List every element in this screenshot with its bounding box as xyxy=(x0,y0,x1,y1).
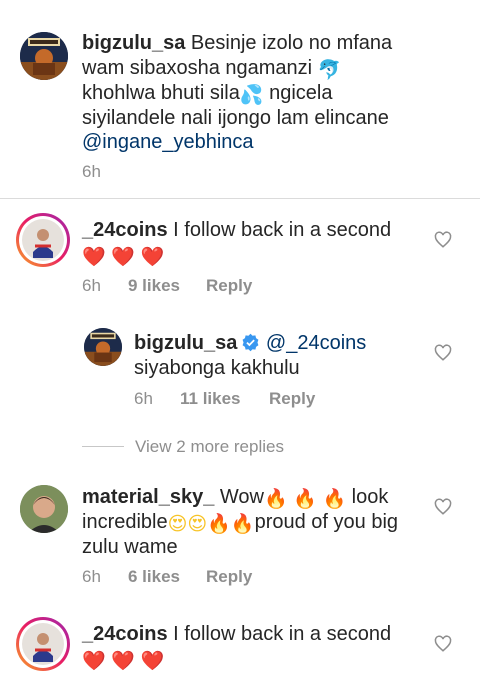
avatar-image xyxy=(22,219,64,261)
red-heart-icon: ❤️ xyxy=(111,650,135,672)
comment-time: 6h xyxy=(82,276,101,295)
avatar-image xyxy=(20,485,68,533)
heart-eyes-icon: 😍 xyxy=(187,514,208,535)
reply-button[interactable]: Reply xyxy=(206,567,252,587)
comment-time: 6h xyxy=(134,389,153,408)
comment-body: _24coins I follow back in a second ❤️ ❤️… xyxy=(82,218,412,268)
comment-body: material_sky_ Wow🔥 🔥 🔥 look incredible😍😍… xyxy=(82,485,402,560)
verified-badge-icon xyxy=(242,333,259,352)
fire-icon: 🔥 xyxy=(293,489,317,510)
avatar[interactable] xyxy=(16,213,70,267)
comment-text: I follow back in a second xyxy=(173,623,392,645)
avatar[interactable] xyxy=(20,485,68,533)
avatar-image xyxy=(20,32,68,80)
view-more-replies-button[interactable]: View 2 more replies xyxy=(135,437,284,457)
like-heart-icon[interactable] xyxy=(434,344,452,362)
comment-body: _24coins I follow back in a second ❤️ ❤️… xyxy=(82,622,412,672)
comment-meta: 6h xyxy=(82,162,101,182)
avatar-image xyxy=(22,623,64,665)
red-heart-icon: ❤️ xyxy=(111,246,135,268)
comment-text: khohlwa bhuti sila xyxy=(82,81,240,104)
comment-mention-link[interactable]: @ingane_yebhinca xyxy=(82,131,254,153)
sweat-droplets-icon: 💦 xyxy=(239,84,264,106)
divider xyxy=(0,198,480,199)
comment-username[interactable]: _24coins xyxy=(82,623,168,645)
reply-button[interactable]: Reply xyxy=(206,276,252,296)
avatar-image xyxy=(84,328,122,366)
comment-username[interactable]: bigzulu_sa xyxy=(134,332,237,354)
comment-meta: 6h 11 likes Reply xyxy=(134,389,315,409)
fire-icon: 🔥 xyxy=(263,489,288,510)
comment-mention-link[interactable]: @_24coins xyxy=(266,332,366,354)
red-heart-icon: ❤️ xyxy=(140,246,165,268)
comment-username[interactable]: material_sky_ xyxy=(82,486,214,508)
comment-meta: 6h 6 likes Reply xyxy=(82,567,252,587)
avatar[interactable] xyxy=(16,617,70,671)
comment-text: I follow back in a second xyxy=(173,219,392,241)
red-heart-icon: ❤️ xyxy=(82,246,106,268)
reply-button[interactable]: Reply xyxy=(269,389,315,409)
like-heart-icon[interactable] xyxy=(434,635,452,653)
comment-time: 6h xyxy=(82,567,101,586)
likes-count-button[interactable]: 9 likes xyxy=(128,276,206,296)
like-heart-icon[interactable] xyxy=(434,231,452,249)
view-replies-divider xyxy=(82,446,124,447)
like-heart-icon[interactable] xyxy=(434,498,452,516)
fire-icon: 🔥 xyxy=(207,514,231,535)
comment-username[interactable]: bigzulu_sa xyxy=(82,32,185,54)
comment-text: Wow xyxy=(219,486,264,508)
comment-body: bigzulu_sa @_24coins siyabonga kakhulu xyxy=(134,331,414,380)
fire-icon: 🔥 xyxy=(322,489,347,510)
fire-icon: 🔥 xyxy=(230,514,255,535)
likes-count-button[interactable]: 6 likes xyxy=(128,567,206,587)
comment-meta: 6h 9 likes Reply xyxy=(82,276,252,296)
comment-body: bigzulu_sa Besinje izolo no mfana wam si… xyxy=(82,31,412,155)
heart-eyes-icon: 😍 xyxy=(167,514,188,535)
comment-username[interactable]: _24coins xyxy=(82,219,168,241)
dolphin-icon: 🐬 xyxy=(317,59,342,81)
comment-text: siyabonga kakhulu xyxy=(134,356,300,379)
likes-count-button[interactable]: 11 likes xyxy=(180,389,269,409)
comment-time: 6h xyxy=(82,162,101,181)
red-heart-icon: ❤️ xyxy=(140,650,165,672)
red-heart-icon: ❤️ xyxy=(82,650,106,672)
avatar[interactable] xyxy=(84,328,122,366)
avatar[interactable] xyxy=(20,32,68,80)
